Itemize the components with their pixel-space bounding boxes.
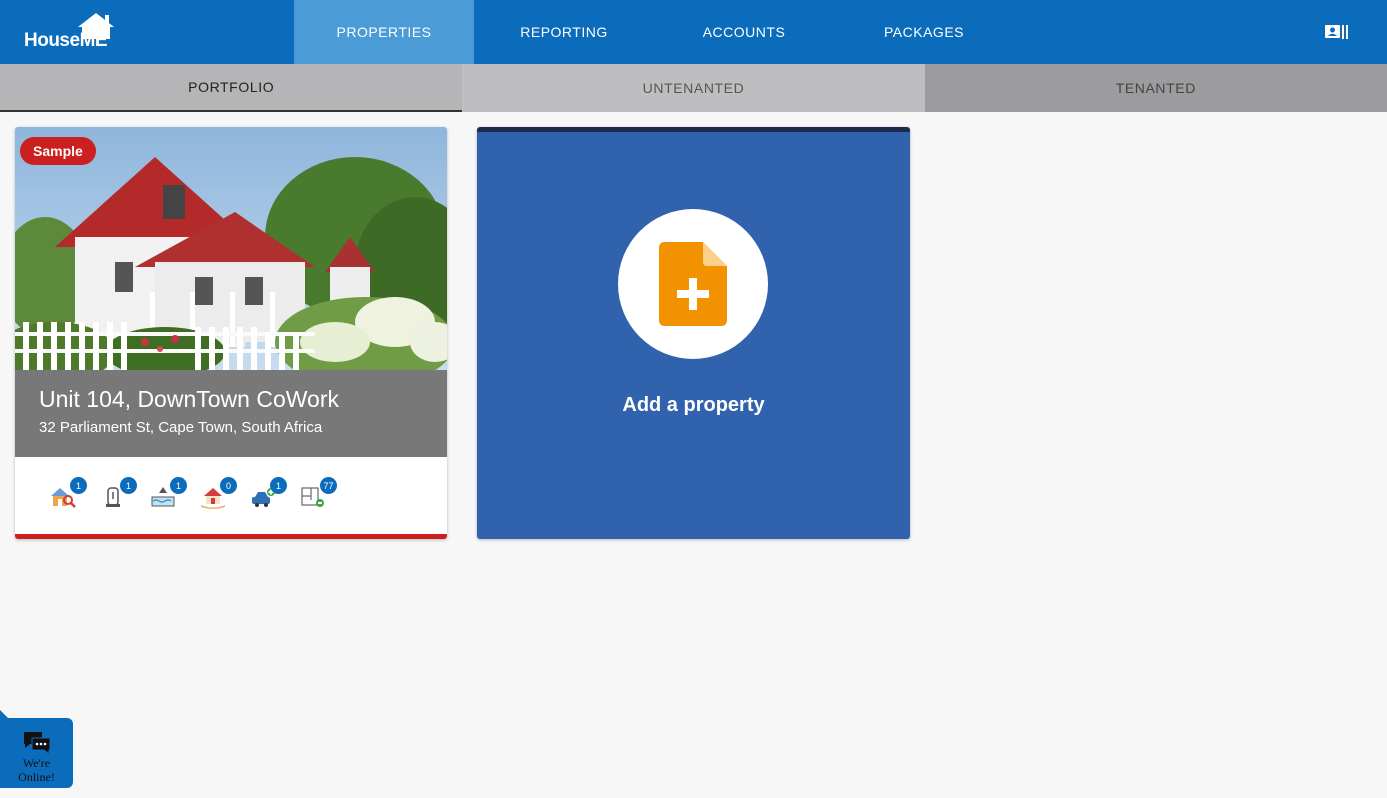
chat-bubbles-icon	[24, 732, 51, 754]
subtab-untenanted[interactable]: UNTENANTED	[462, 64, 925, 112]
stat-badge: 1	[270, 477, 287, 494]
chat-status-text: We're Online!	[0, 756, 73, 784]
property-info: Unit 104, DownTown CoWork 32 Parliament …	[15, 370, 447, 457]
subtab-tenanted[interactable]: TENANTED	[924, 64, 1387, 112]
card-status-bar	[15, 534, 447, 539]
add-property-card[interactable]: Add a property	[477, 127, 910, 539]
stat-badge: 77	[320, 477, 337, 494]
chat-line-2: Online!	[18, 770, 55, 784]
sample-badge: Sample	[20, 137, 96, 165]
file-plus-icon	[659, 242, 727, 326]
stat-badge: 1	[70, 477, 87, 494]
stat-badge: 0	[220, 477, 237, 494]
logo-house-icon	[78, 13, 114, 39]
add-property-circle	[618, 209, 768, 359]
nav-tab-reporting[interactable]: REPORTING	[474, 0, 654, 64]
nav-tab-packages[interactable]: PACKAGES	[834, 0, 1014, 64]
account-card-icon[interactable]	[1325, 24, 1349, 40]
property-stats: 1 1 1 0 1 77	[49, 477, 349, 513]
stat-maintenance[interactable]: 0	[199, 477, 249, 513]
add-property-label: Add a property	[622, 394, 765, 416]
chat-line-1: We're	[22, 756, 51, 770]
houseme-logo[interactable]: HouseME	[24, 13, 116, 53]
property-card[interactable]: Sample Unit 104, DownTown CoWork 32 Parl…	[15, 127, 447, 539]
stat-badge: 1	[120, 477, 137, 494]
stat-parking[interactable]: 1	[249, 477, 299, 513]
stat-badge: 1	[170, 477, 187, 494]
stat-floor-area[interactable]: 77	[299, 477, 349, 513]
top-navbar: HouseME PROPERTIES REPORTING ACCOUNTS PA…	[0, 0, 1387, 64]
live-chat-widget[interactable]: We're Online!	[0, 718, 73, 788]
property-title: Unit 104, DownTown CoWork	[39, 386, 339, 412]
property-address: 32 Parliament St, Cape Town, South Afric…	[39, 419, 323, 436]
stat-pools[interactable]: 1	[149, 477, 199, 513]
subtab-portfolio[interactable]: PORTFOLIO	[0, 64, 463, 112]
nav-tab-properties[interactable]: PROPERTIES	[294, 0, 474, 64]
nav-tab-accounts[interactable]: ACCOUNTS	[654, 0, 834, 64]
stat-inspections[interactable]: 1	[49, 477, 99, 513]
portfolio-subtabs: PORTFOLIO UNTENANTED TENANTED	[0, 64, 1387, 112]
stat-geysers[interactable]: 1	[99, 477, 149, 513]
